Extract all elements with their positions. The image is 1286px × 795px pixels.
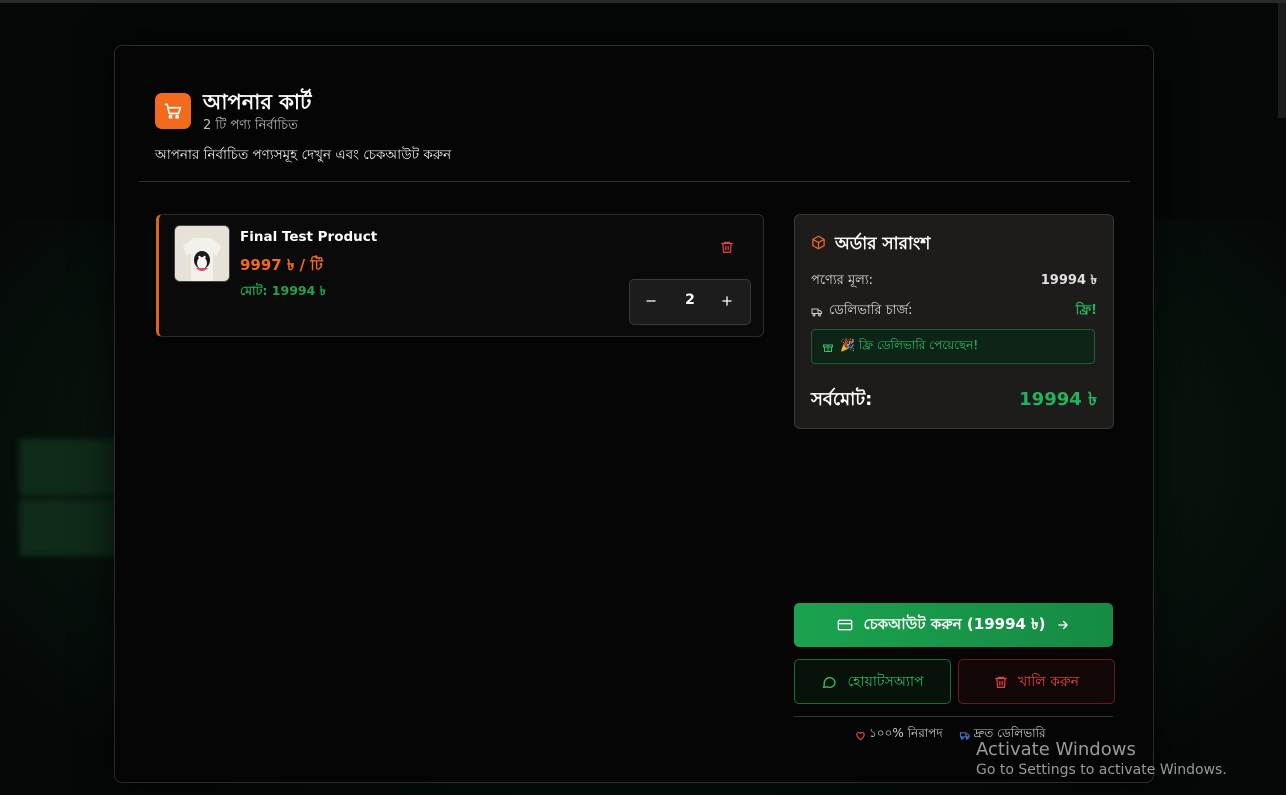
activate-windows-subtitle: Go to Settings to activate Windows. (976, 762, 1227, 778)
scrollbar[interactable] (1278, 3, 1286, 118)
order-summary: অর্ডার সারাংশ পণ্যের মূল্য: 19994 ৳ ডেলি… (794, 214, 1114, 429)
secure-badge: ১০০% নিরাপদ (855, 725, 943, 745)
cart-description: আপনার নির্বাচিত পণ্যসমূহ দেখুন এবং চেকআউ… (155, 147, 452, 163)
browser-top-edge (0, 0, 1286, 3)
truck-icon (811, 308, 822, 316)
cart-item: Final Test Product 9997 ৳ / টি মোট: 1999… (156, 214, 764, 337)
order-summary-title: অর্ডার সারাংশ (835, 234, 931, 254)
free-delivery-banner: 🎉 ফ্রি ডেলিভারি পেয়েছেন! (811, 329, 1095, 364)
checkout-button[interactable]: চেকআউট করুন (19994 ৳) (794, 603, 1113, 647)
minus-icon (646, 300, 656, 302)
footer-divider (794, 716, 1113, 717)
grand-total-value: 19994 ৳ (1019, 389, 1097, 410)
clear-cart-button[interactable]: খালি করুন (958, 659, 1115, 704)
quantity-value: 2 (685, 292, 695, 308)
whatsapp-button[interactable]: হোয়াটসঅ্যাপ (794, 659, 951, 704)
product-name: Final Test Product (240, 229, 378, 245)
arrow-right-icon (1057, 620, 1068, 630)
gift-icon (823, 344, 833, 352)
package-icon (811, 235, 826, 254)
product-line-total: মোট: 19994 ৳ (240, 283, 326, 298)
clear-cart-label: খালি করুন (1017, 673, 1080, 690)
product-price-label: পণ্যের মূল্য: (811, 273, 874, 288)
header-divider (139, 181, 1130, 182)
delivery-charge-label: ডেলিভারি চার্জ: (829, 303, 913, 318)
grand-total-label: সর্বমোট: (811, 389, 873, 410)
secure-text: ১০০% নিরাপদ (869, 726, 943, 740)
delivery-charge-row: ডেলিভারি চার্জ: (811, 301, 913, 322)
checkout-label: চেকআউট করুন (19994 ৳) (863, 614, 1046, 633)
cart-icon (155, 93, 191, 129)
product-unit-price: 9997 ৳ / টি (240, 256, 323, 274)
product-price-value: 19994 ৳ (1040, 273, 1097, 288)
whatsapp-label: হোয়াটসঅ্যাপ (847, 673, 924, 690)
product-thumbnail[interactable] (174, 225, 230, 282)
chat-bubble-icon (823, 676, 837, 688)
remove-item-button[interactable] (718, 237, 736, 257)
credit-card-icon (838, 619, 853, 631)
trash-icon (721, 241, 733, 253)
windows-activation-watermark: Activate Windows Go to Settings to activ… (976, 739, 1227, 778)
cart-modal: আপনার কার্ট 2 টি পণ্য নির্বাচিত আপনার নি… (114, 45, 1154, 783)
activate-windows-title: Activate Windows (976, 739, 1136, 760)
quantity-stepper: 2 (629, 279, 751, 325)
truck-icon (959, 731, 970, 740)
plus-icon (722, 296, 732, 306)
trash-icon (995, 676, 1007, 688)
decrease-quantity-button[interactable] (639, 289, 663, 313)
delivery-charge-value: ফ্রি! (1075, 303, 1097, 318)
cart-item-count: 2 টি পণ্য নির্বাচিত (203, 118, 298, 133)
free-delivery-text: 🎉 ফ্রি ডেলিভারি পেয়েছেন! (840, 337, 979, 352)
increase-quantity-button[interactable] (715, 289, 739, 313)
heart-icon (856, 731, 865, 740)
